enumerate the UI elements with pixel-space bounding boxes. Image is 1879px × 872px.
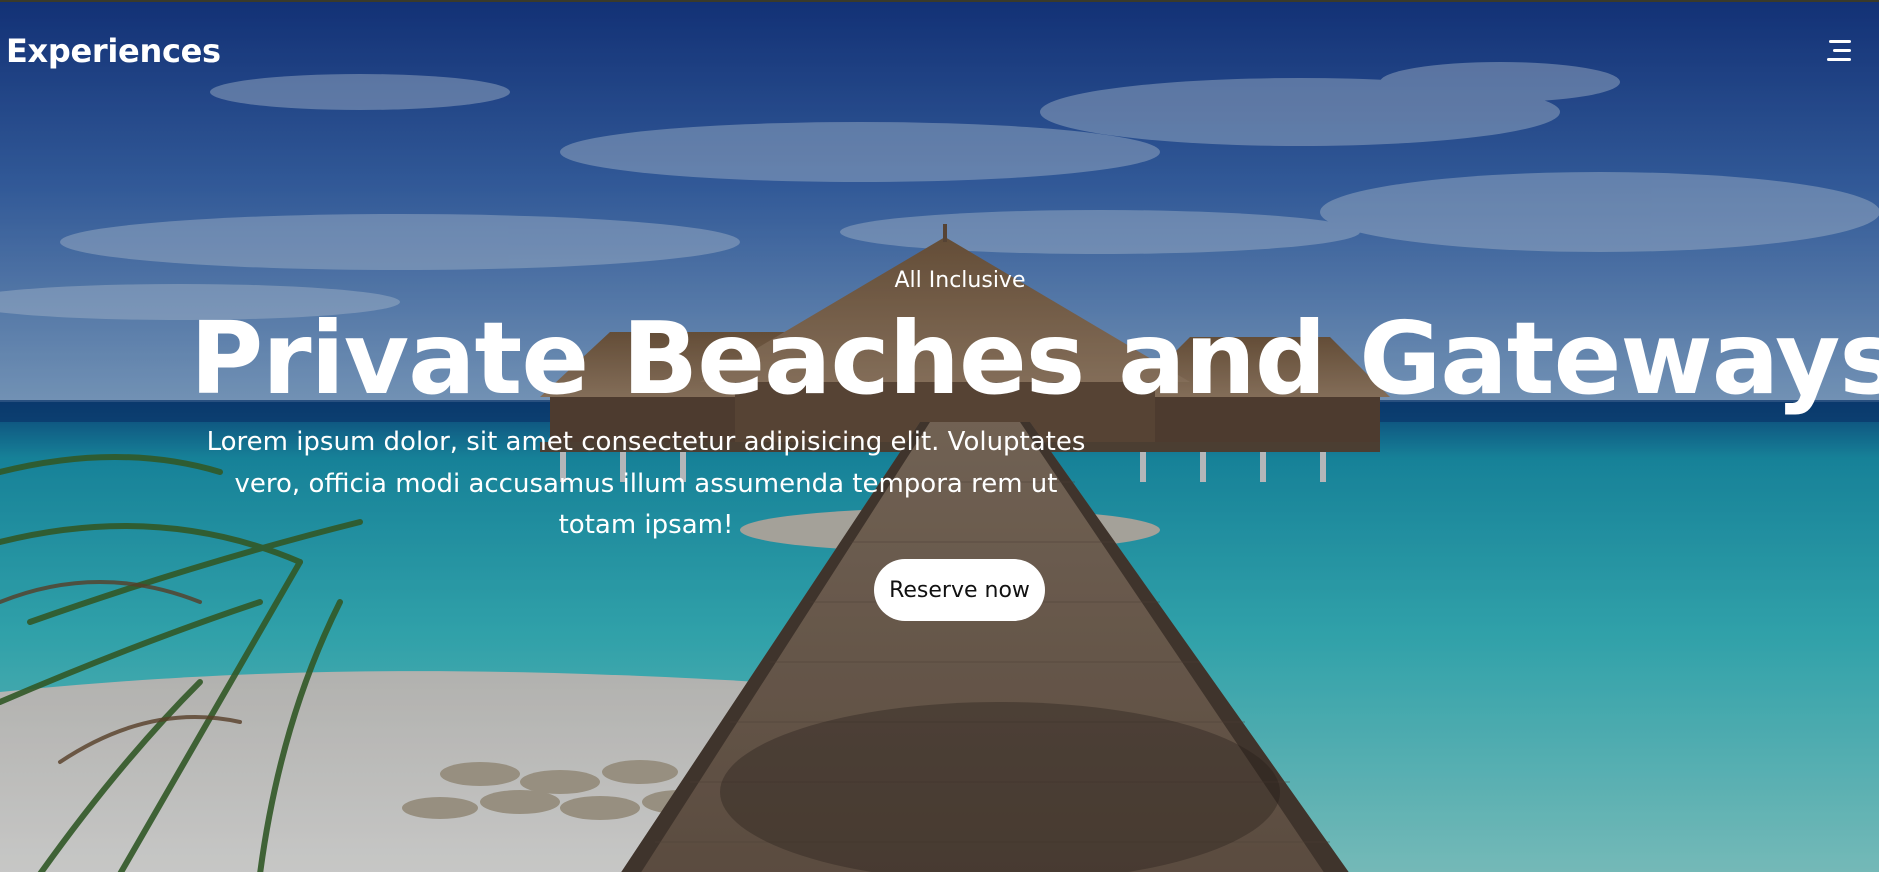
hero-eyebrow: All Inclusive [894, 268, 1026, 293]
menu-line [1827, 58, 1851, 61]
hero-headline: Private Beaches and Gateways [190, 300, 1879, 417]
hamburger-menu-icon[interactable] [1825, 38, 1855, 64]
menu-line [1833, 49, 1851, 52]
hero-section: Experiences All Inclusive Private Beache… [0, 0, 1879, 872]
menu-line [1829, 40, 1851, 43]
reserve-now-button[interactable]: Reserve now [874, 559, 1045, 621]
site-brand[interactable]: Experiences [6, 32, 221, 70]
hero-description: Lorem ipsum dolor, sit amet consectetur … [206, 427, 1086, 541]
